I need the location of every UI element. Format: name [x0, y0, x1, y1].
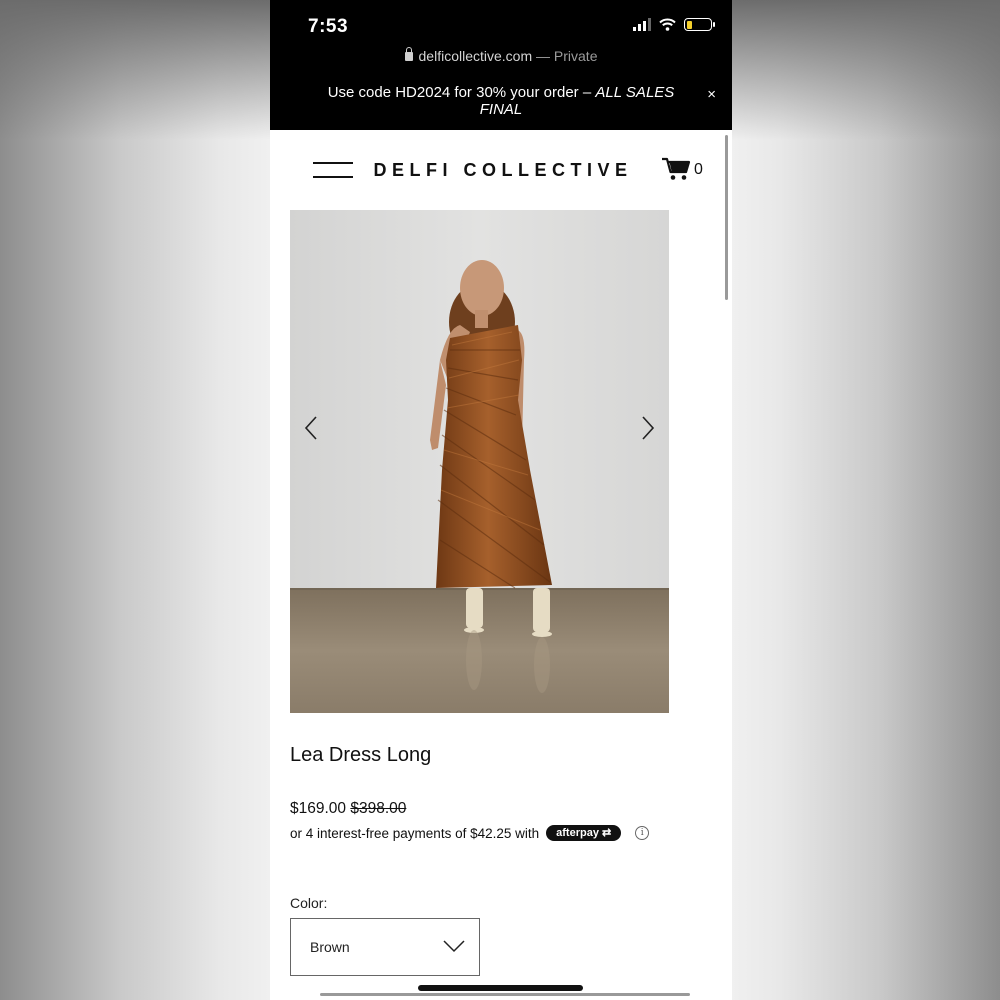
- wifi-icon: [659, 18, 676, 31]
- page-scrollbar[interactable]: [725, 135, 728, 300]
- afterpay-row: or 4 interest-free payments of $42.25 wi…: [290, 825, 650, 841]
- previous-image-arrow-icon[interactable]: [302, 415, 322, 441]
- private-mode-label: — Private: [536, 48, 598, 64]
- color-select[interactable]: Brown: [290, 918, 480, 976]
- lock-icon: [404, 47, 413, 61]
- price-row: $169.00 $398.00: [290, 800, 406, 818]
- status-time: 7:53: [308, 16, 349, 37]
- promo-banner: Use code HD2024 for 30% your order – ALL…: [320, 84, 682, 118]
- browser-top-bar: 7:53 delficollective.com — Private Use c…: [270, 0, 732, 130]
- status-icons: [633, 18, 715, 31]
- product-image-carousel[interactable]: [290, 210, 669, 713]
- afterpay-label: afterpay: [556, 827, 599, 839]
- promo-text: Use code HD2024 for 30% your order –: [327, 84, 596, 101]
- cart-count: 0: [694, 161, 703, 178]
- color-select-value: Brown: [310, 939, 350, 955]
- afterpay-badge[interactable]: afterpay ⇄: [546, 825, 622, 841]
- color-label: Color:: [290, 895, 328, 911]
- site-header: DELFI COLLECTIVE 0: [270, 130, 732, 210]
- close-promo-button[interactable]: ×: [707, 86, 716, 103]
- product-title: Lea Dress Long: [290, 744, 432, 766]
- info-icon[interactable]: i: [635, 826, 650, 840]
- cellular-signal-icon: [633, 18, 651, 31]
- bottom-bar-line: [320, 993, 690, 996]
- cart-icon[interactable]: [661, 157, 691, 181]
- original-price: $398.00: [350, 800, 407, 817]
- chevron-down-icon: [443, 940, 465, 953]
- home-indicator[interactable]: [418, 985, 583, 991]
- product-photo: [290, 210, 669, 713]
- installments-text: or 4 interest-free payments of $42.25 wi…: [290, 825, 540, 841]
- next-image-arrow-icon[interactable]: [637, 415, 657, 441]
- sale-price: $169.00: [290, 800, 347, 817]
- battery-icon: [684, 18, 715, 31]
- url-text: delficollective.com: [418, 48, 533, 64]
- url-bar[interactable]: delficollective.com — Private: [270, 47, 732, 64]
- phone-screen: 7:53 delficollective.com — Private Use c…: [270, 0, 732, 1000]
